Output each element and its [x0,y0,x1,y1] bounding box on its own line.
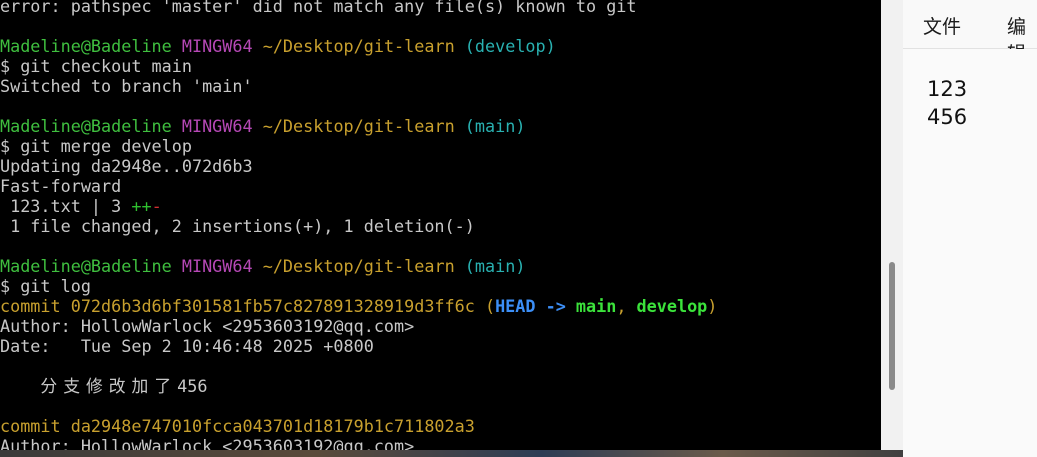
terminal-line: Switched to branch 'main' [0,76,253,96]
terminal-text: MINGW64 [181,116,253,136]
notepad-menubar: 文件 编辑 [903,0,1037,65]
terminal-text: 分支修改加了 [40,376,178,396]
editor-line: 456 [927,105,968,129]
terminal-line: commit da2948e747010fcca043701d18179b1c7… [0,416,475,436]
terminal-text: , [616,296,637,316]
terminal-text: ~/Desktop/git-learn [262,256,455,276]
git-bash-terminal[interactable]: error: pathspec 'master' did not match a… [0,0,881,450]
terminal-text: MINGW64 [181,36,253,56]
terminal-text: (develop) [464,36,556,56]
terminal-line: $ git log [0,276,91,296]
desktop-wallpaper-strip [0,450,903,457]
terminal-line: commit 072d6b3d6bf301581fb57c82789132891… [0,296,717,316]
terminal-text: - [151,196,162,216]
terminal-line: 分支修改加了456 [0,376,207,396]
terminal-line: Madeline@Badeline MINGW64 ~/Desktop/git-… [0,36,556,56]
terminal-text: HEAD -> [495,296,576,316]
terminal-line: Updating da2948e..072d6b3 [0,156,253,176]
terminal-text: ) [707,296,718,316]
terminal-text: error: pathspec 'master' did not match a… [0,0,637,16]
terminal-line: $ git checkout main [0,56,192,76]
terminal-text: Fast-forward [0,176,122,196]
menu-file[interactable]: 文件 [923,12,961,39]
terminal-text: ++ [131,196,152,216]
terminal-text: ~/Desktop/git-learn [262,116,455,136]
scrollbar-thumb[interactable] [889,262,895,390]
editor-line: 123 [927,77,968,101]
terminal-text: commit 072d6b3d6bf301581fb57c82789132891… [0,296,475,316]
terminal-text: $ git log [0,276,91,296]
terminal-text: (main) [464,116,526,136]
terminal-line: Fast-forward [0,176,121,196]
terminal-text: $ git merge develop [0,136,192,156]
notepad-editor[interactable]: 123 456 [903,49,1037,457]
terminal-line: 1 file changed, 2 insertions(+), 1 delet… [0,216,475,236]
terminal-line: Author: HollowWarlock <2953603192@qq.com… [0,316,414,336]
terminal-text: Updating da2948e..072d6b3 [0,156,253,176]
terminal-text: Madeline@Badeline [0,256,172,276]
terminal-text: ( [474,296,496,316]
terminal-text: (main) [464,256,526,276]
terminal-line: Madeline@Badeline MINGW64 ~/Desktop/git-… [0,256,525,276]
terminal-text: MINGW64 [181,256,253,276]
terminal-text: Madeline@Badeline [0,36,172,56]
terminal-text: 456 [177,376,208,396]
terminal-text: Date: Tue Sep 2 10:46:48 2025 +0800 [0,336,374,356]
terminal-line: $ git merge develop [0,136,192,156]
terminal-line: 123.txt | 3 ++- [0,196,162,216]
terminal-text: Author: HollowWarlock <2953603192@qq.com… [0,316,415,336]
terminal-line: Author: HollowWarlock <2953603192@qq.com… [0,436,414,450]
terminal-text: $ git checkout main [0,56,192,76]
terminal-line: Date: Tue Sep 2 10:46:48 2025 +0800 [0,336,374,356]
terminal-text: Switched to branch 'main' [0,76,253,96]
terminal-line: Madeline@Badeline MINGW64 ~/Desktop/git-… [0,116,525,136]
terminal-text: Author: HollowWarlock <2953603192@qq.com… [0,436,415,450]
terminal-text: develop [636,296,708,316]
terminal-text: ~/Desktop/git-learn [262,36,455,56]
terminal-text: Madeline@Badeline [0,116,172,136]
terminal-text: 123.txt | 3 [0,196,132,216]
terminal-text: commit da2948e747010fcca043701d18179b1c7… [0,416,475,436]
terminal-line: error: pathspec 'master' did not match a… [0,0,637,16]
terminal-scrollbar[interactable] [881,0,903,450]
notepad-window: 文件 编辑 123 456 [903,0,1037,457]
terminal-text: main [575,296,617,316]
terminal-text: 1 file changed, 2 insertions(+), 1 delet… [0,216,475,236]
